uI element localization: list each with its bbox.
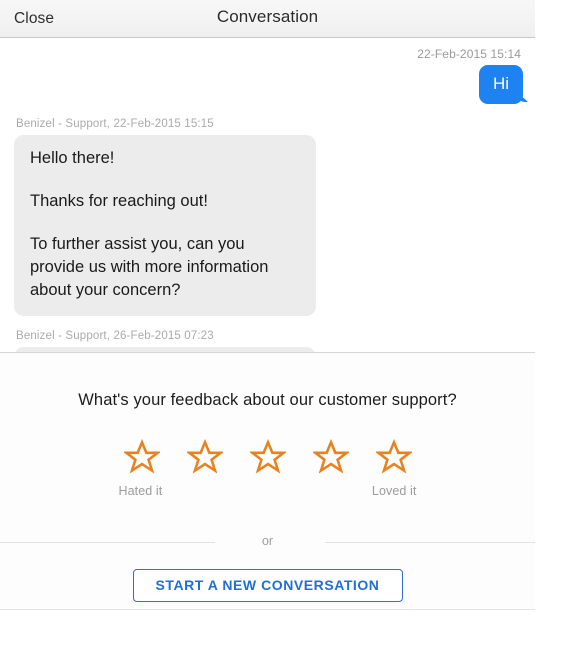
star-icon-5[interactable] — [375, 439, 412, 475]
message-bubble-incoming: Hello there! Thanks for reaching out! To… — [14, 135, 316, 316]
or-label: or — [261, 534, 274, 548]
or-divider: or — [0, 534, 535, 550]
message-paragraph: To further assist you, can you provide u… — [30, 235, 269, 299]
start-new-conversation-button[interactable]: START A NEW CONVERSATION — [132, 569, 403, 602]
star-icon-1[interactable] — [123, 439, 160, 475]
feedback-question: What's your feedback about our customer … — [78, 391, 457, 409]
star-icon-3[interactable] — [249, 439, 286, 475]
new-conversation-button-wrap: START A NEW CONVERSATION — [0, 569, 535, 602]
message-timestamp: 22-Feb-2015 15:14 — [417, 47, 521, 61]
incoming-bubble-wrap: Hello there! Thanks for reaching out! To… — [0, 135, 535, 316]
message-outgoing: 22-Feb-2015 15:14 Hi — [0, 39, 535, 104]
message-paragraph: Hello there! — [30, 149, 115, 167]
message-paragraph: Thanks for reaching out! — [30, 192, 208, 210]
outgoing-bubble-wrap: Hi — [0, 65, 535, 104]
star-icon-2[interactable] — [186, 439, 223, 475]
star-icon-4[interactable] — [312, 439, 349, 475]
divider-line-right — [325, 542, 535, 543]
rating-high-label: Loved it — [371, 484, 417, 498]
page-title: Conversation — [216, 7, 319, 26]
message-sender-meta: Benizel - Support, 26-Feb-2015 07:23 — [16, 330, 214, 342]
chat-window: Close Conversation 22-Feb-2015 15:14 Hi … — [0, 0, 535, 654]
star-rating[interactable] — [0, 439, 535, 475]
rating-low-label: Hated it — [118, 484, 163, 498]
message-bubble-outgoing: Hi — [478, 65, 523, 104]
message-incoming: Benizel - Support, 22-Feb-2015 15:15 Hel… — [0, 104, 535, 316]
message-sender-meta: Benizel - Support, 22-Feb-2015 15:15 — [16, 118, 214, 130]
star-rating-labels: Hated it Loved it — [113, 484, 423, 500]
feedback-panel: What's your feedback about our customer … — [0, 352, 535, 610]
window-header: Close Conversation — [0, 0, 535, 38]
